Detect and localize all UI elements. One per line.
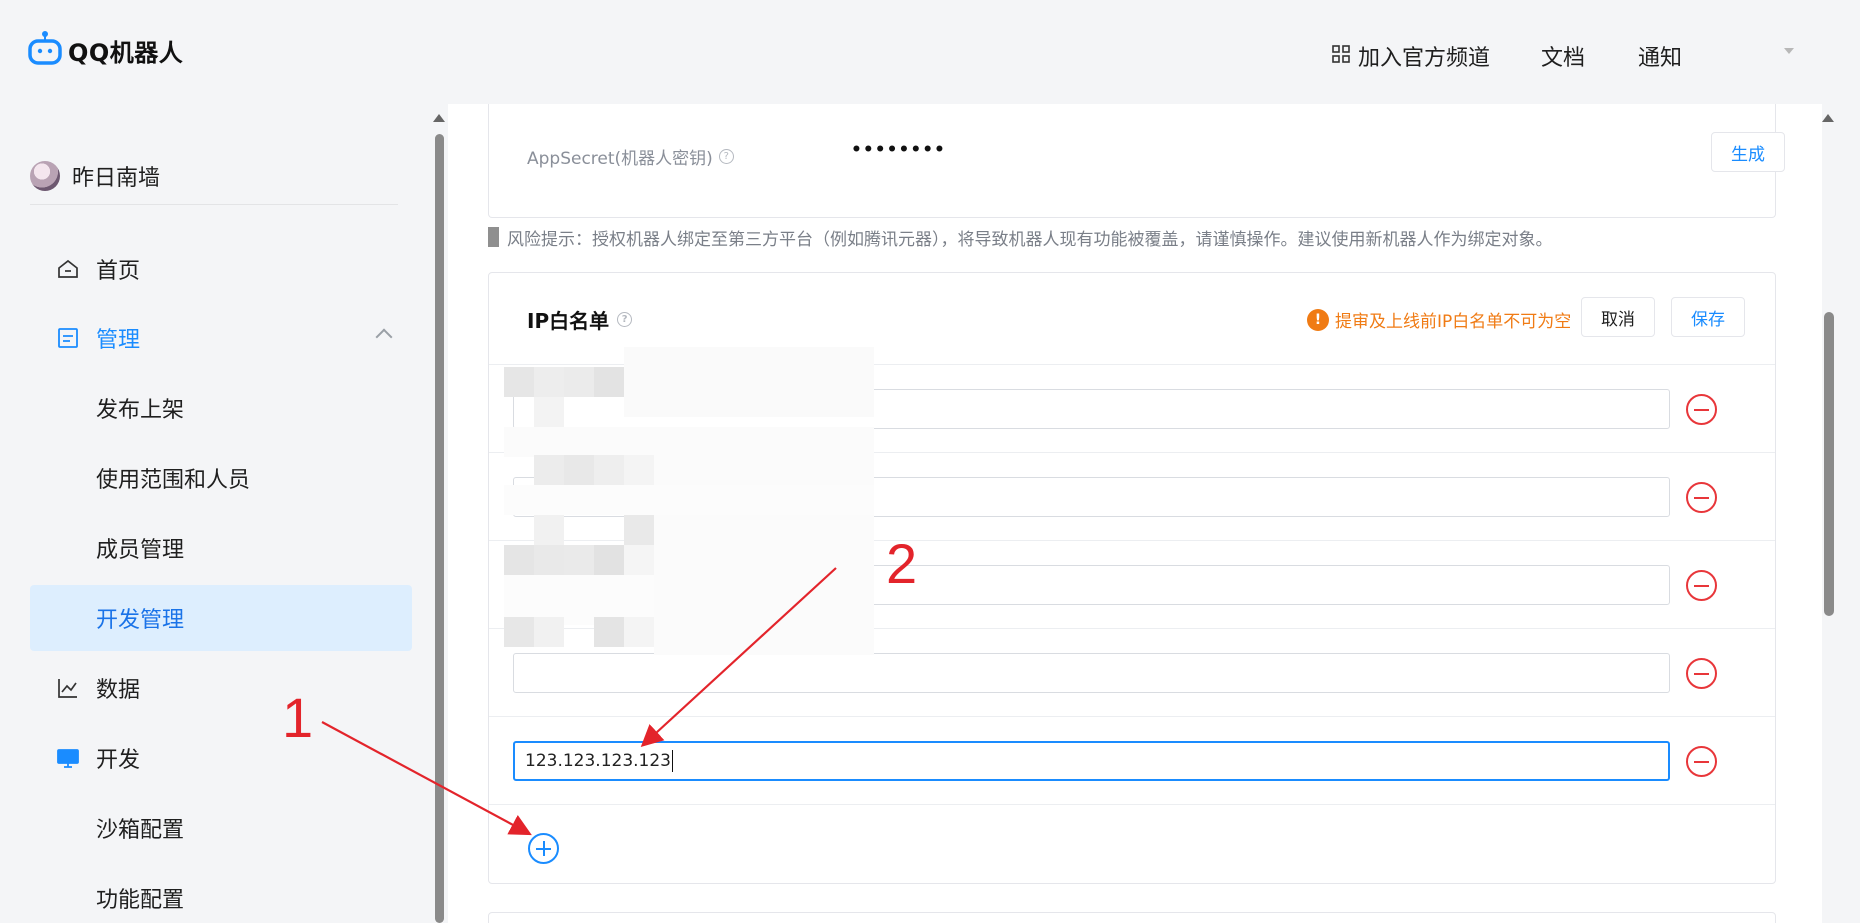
sidebar-item-label: 功能配置 (96, 888, 185, 913)
text-cursor (672, 750, 674, 772)
monitor-icon (54, 744, 82, 772)
user-profile[interactable]: 昨日南墙 (30, 160, 160, 192)
logo-text: QQ机器人 (68, 38, 184, 67)
chevron-up-icon[interactable] (375, 328, 393, 346)
cancel-button[interactable]: 取消 (1581, 297, 1655, 337)
sidebar-item-manage[interactable]: 管理 (30, 307, 412, 369)
remove-ip-button[interactable] (1686, 746, 1717, 777)
annotation-label-2: 2 (886, 532, 918, 595)
app-secret-value: •••••••• (851, 140, 946, 160)
add-ip-button[interactable] (528, 833, 559, 864)
help-icon[interactable]: ? (718, 149, 734, 164)
docs-link[interactable]: 文档 (1541, 40, 1585, 72)
notice-link[interactable]: 通知 (1638, 40, 1682, 72)
sidebar-item-label: 使用范围和人员 (96, 468, 251, 493)
ip-row: 123.123.123.123 (489, 717, 1775, 805)
home-icon (54, 255, 82, 283)
chart-icon (54, 674, 82, 702)
help-icon[interactable]: ? (617, 312, 633, 327)
sidebar-item-dev[interactable]: 开发 (30, 727, 412, 789)
sidebar-item-publish[interactable]: 发布上架 (30, 377, 412, 439)
warning-icon: ! (1307, 308, 1329, 331)
join-channel-label: 加入官方频道 (1358, 46, 1491, 71)
remove-ip-button[interactable] (1686, 394, 1717, 425)
sidebar-item-label: 成员管理 (96, 538, 185, 563)
remove-ip-button[interactable] (1686, 482, 1717, 513)
divider (30, 204, 398, 205)
app-secret-card: AppSecret(机器人密钥) ? •••••••• 生成 (488, 104, 1785, 218)
sidebar-item-sandbox[interactable]: 沙箱配置 (30, 797, 412, 859)
join-channel-link[interactable]: 加入官方频道 (1332, 40, 1490, 72)
sidebar-item-scope[interactable]: 使用范围和人员 (30, 447, 412, 509)
app-secret-label-text: AppSecret(机器人密钥) (527, 149, 713, 169)
sidebar-item-dev-manage[interactable]: 开发管理 (30, 585, 412, 651)
robot-logo-icon (28, 30, 62, 70)
top-bar: QQ机器人 加入官方频道 文档 通知 (0, 0, 1860, 104)
ip-whitelist-warning: ! 提审及上线前IP白名单不可为空 (1307, 307, 1571, 332)
ip-whitelist-title: IP白名单 ? (527, 305, 633, 334)
sidebar-item-label: 开发管理 (96, 608, 185, 633)
avatar (30, 161, 60, 191)
ip-input-active[interactable]: 123.123.123.123 (513, 741, 1670, 781)
remove-ip-button[interactable] (1686, 570, 1717, 601)
ip-whitelist-title-text: IP白名单 (527, 309, 610, 333)
sidebar-item-home[interactable]: 首页 (30, 238, 412, 300)
account-dropdown-icon[interactable] (1784, 48, 1794, 54)
annotation-label-1: 1 (282, 686, 314, 749)
ip-input-value: 123.123.123.123 (525, 751, 672, 771)
ip-whitelist-warning-text: 提审及上线前IP白名单不可为空 (1335, 312, 1572, 332)
manage-icon (54, 324, 82, 352)
redaction-mosaic (504, 347, 874, 689)
sidebar: 昨日南墙 首页 管理 发布上架 使用范围和人员 成员管理 开发管理 数据 开发 (0, 104, 430, 923)
sidebar-scrollbar[interactable] (435, 134, 444, 923)
notice-bar-icon (488, 227, 499, 247)
sidebar-item-members[interactable]: 成员管理 (30, 517, 412, 579)
sidebar-scroll-up-icon[interactable] (433, 114, 445, 122)
logo[interactable]: QQ机器人 (28, 30, 183, 70)
save-button[interactable]: 保存 (1671, 297, 1745, 337)
sidebar-item-label: 发布上架 (96, 398, 185, 423)
remove-ip-button[interactable] (1686, 658, 1717, 689)
sidebar-item-data[interactable]: 数据 (30, 657, 412, 719)
sidebar-item-label: 沙箱配置 (96, 818, 185, 843)
sidebar-item-label: 首页 (96, 259, 141, 284)
risk-notice-text: 风险提示：授权机器人绑定至第三方平台（例如腾讯元器），将导致机器人现有功能被覆盖… (507, 229, 1553, 250)
sidebar-item-label: 数据 (96, 678, 141, 703)
app-secret-label: AppSecret(机器人密钥) ? (527, 144, 734, 169)
username: 昨日南墙 (72, 166, 161, 191)
main-content: AppSecret(机器人密钥) ? •••••••• 生成 风险提示：授权机器… (448, 104, 1822, 923)
sidebar-item-features[interactable]: 功能配置 (30, 867, 412, 923)
grid-icon (1332, 44, 1350, 69)
risk-notice: 风险提示：授权机器人绑定至第三方平台（例如腾讯元器），将导致机器人现有功能被覆盖… (488, 226, 1553, 250)
main-scrollbar-thumb[interactable] (1824, 312, 1834, 616)
sidebar-item-label: 开发 (96, 748, 141, 773)
generate-button[interactable]: 生成 (1711, 132, 1785, 172)
next-section-card (488, 912, 1776, 923)
main-scroll-up-icon[interactable] (1822, 114, 1834, 122)
sidebar-item-label: 管理 (96, 328, 141, 353)
